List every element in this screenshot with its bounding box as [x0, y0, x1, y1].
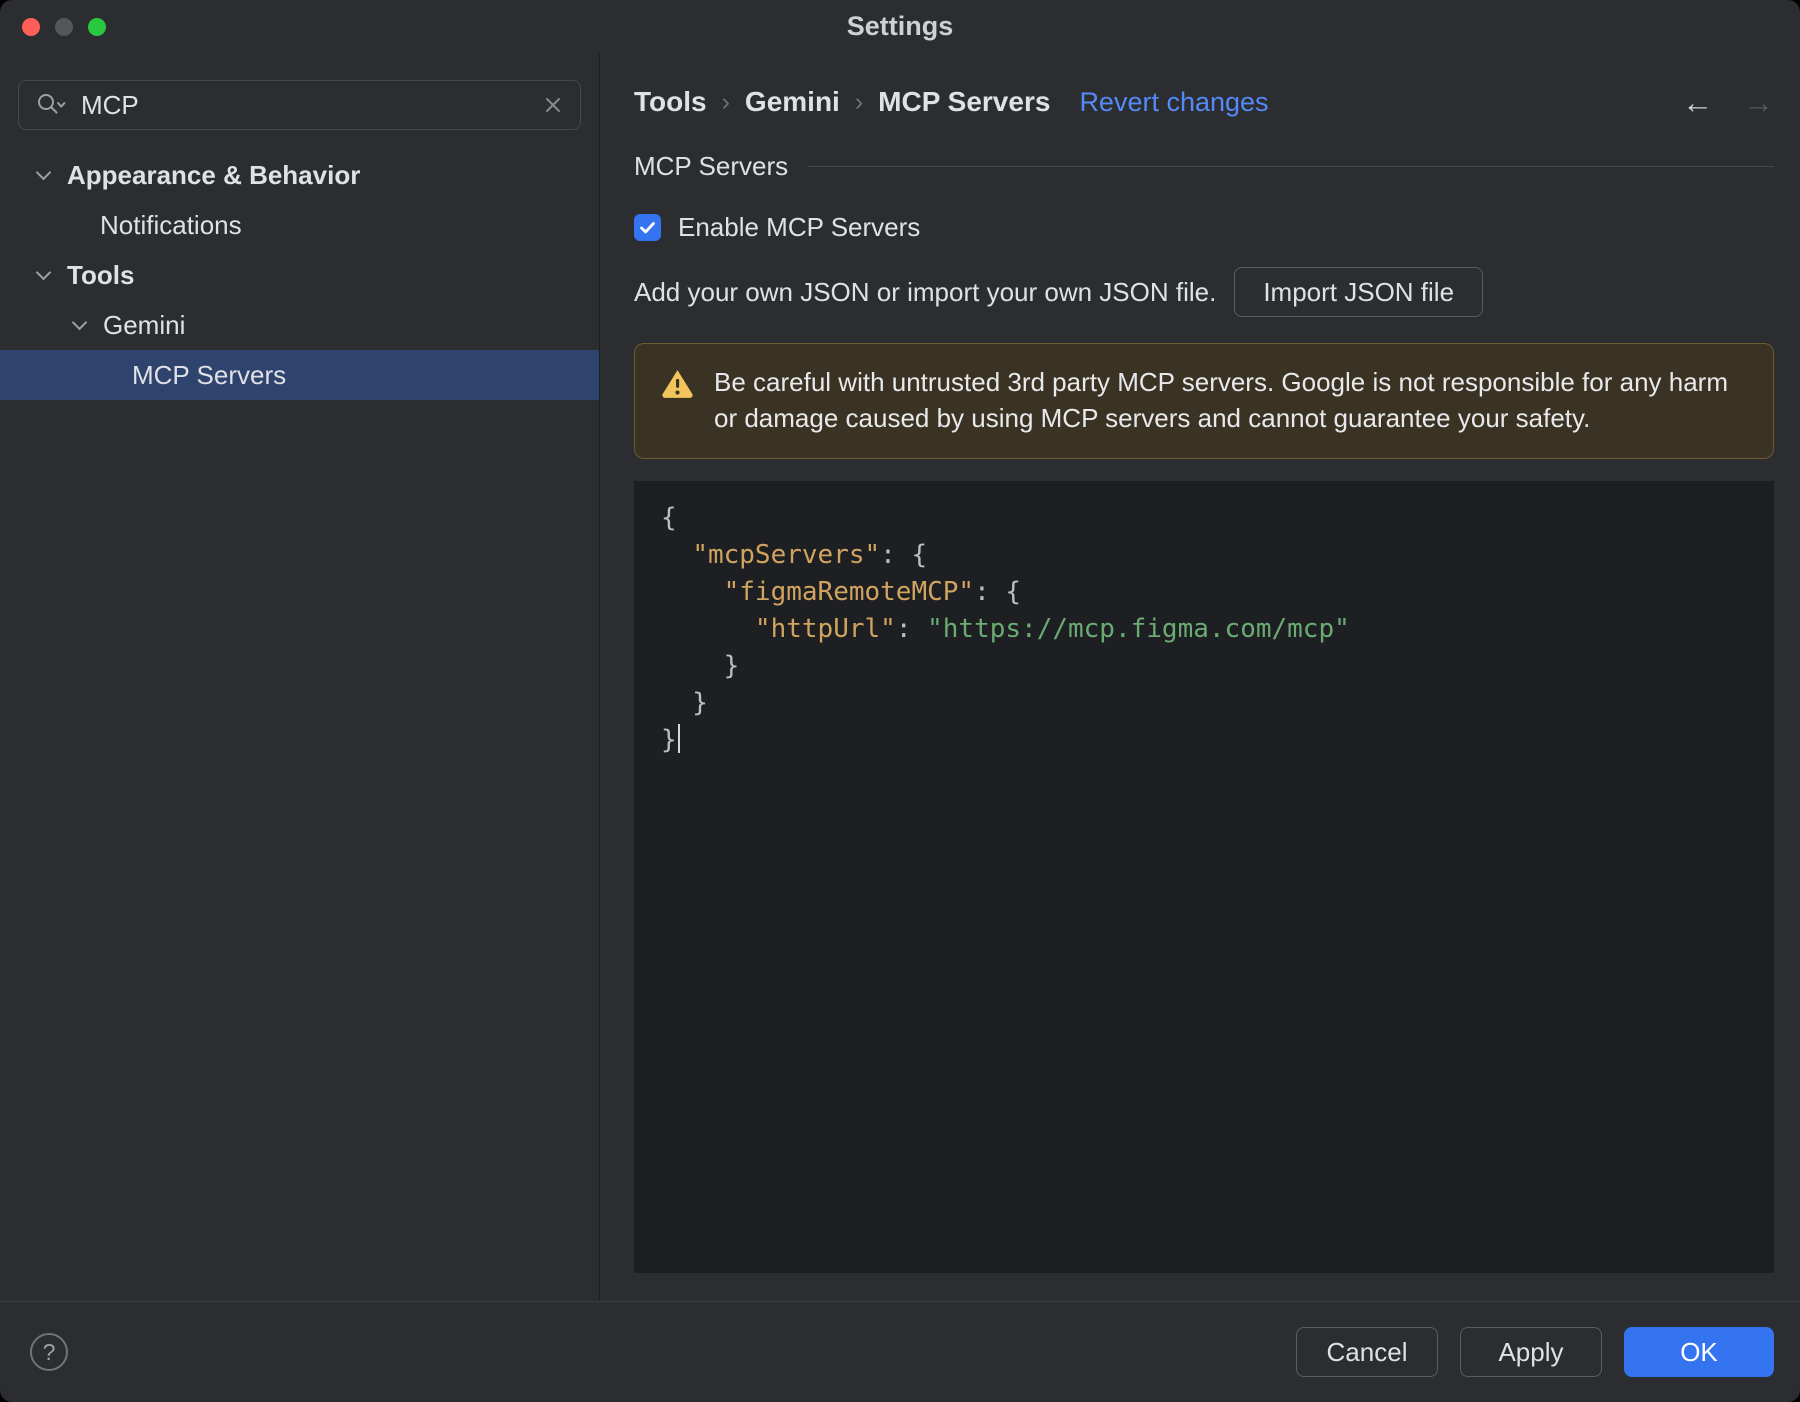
sidebar-item-label: Gemini [103, 309, 186, 340]
ok-button[interactable]: OK [1624, 1327, 1774, 1377]
sidebar-item-label: Notifications [100, 209, 242, 240]
chevron-down-icon[interactable] [35, 164, 52, 180]
footer-buttons: Cancel Apply OK [1296, 1327, 1774, 1377]
code-line: "mcpServers": { [692, 539, 928, 570]
section-title: MCP Servers [634, 151, 789, 181]
main-body: Appearance & Behavior Notifications Tool… [0, 53, 1800, 1301]
warning-banner: Be careful with untrusted 3rd party MCP … [634, 343, 1774, 459]
back-arrow-icon[interactable]: ← [1682, 87, 1713, 118]
enable-mcp-servers-row[interactable]: Enable MCP Servers [634, 212, 1774, 243]
content-pane: Tools › Gemini › MCP Servers Revert chan… [600, 53, 1800, 1301]
breadcrumb-separator: › [854, 87, 864, 116]
window-title: Settings [846, 11, 954, 41]
help-button[interactable]: ? [30, 1333, 68, 1371]
section-header: MCP Servers [634, 151, 1774, 182]
breadcrumb-gemini[interactable]: Gemini [745, 86, 840, 118]
import-hint-text: Add your own JSON or import your own JSO… [634, 276, 1217, 307]
sidebar-item-tools[interactable]: Tools [0, 250, 599, 300]
code-line: } [661, 650, 740, 681]
import-row: Add your own JSON or import your own JSO… [634, 267, 1774, 317]
history-nav: ← → [1682, 87, 1774, 118]
sidebar-item-notifications[interactable]: Notifications [0, 200, 599, 250]
revert-changes-link[interactable]: Revert changes [1079, 87, 1268, 118]
search-input[interactable] [81, 89, 528, 121]
code-line: "figmaRemoteMCP": { [723, 576, 1022, 607]
content-header: Tools › Gemini › MCP Servers Revert chan… [634, 83, 1774, 121]
titlebar: Settings [0, 0, 1800, 53]
breadcrumb: Tools › Gemini › MCP Servers Revert chan… [634, 86, 1269, 118]
enable-mcp-label: Enable MCP Servers [678, 212, 921, 242]
breadcrumb-tools[interactable]: Tools [634, 86, 707, 118]
text-caret [677, 723, 680, 753]
code-line: } [661, 722, 1747, 759]
zoom-window-button[interactable] [88, 17, 106, 36]
enable-mcp-checkbox-icon[interactable] [634, 214, 661, 241]
breadcrumb-mcp-servers[interactable]: MCP Servers [878, 86, 1050, 118]
code-line: { [661, 502, 677, 533]
warning-icon [661, 368, 694, 403]
search-icon[interactable] [35, 91, 67, 119]
warning-text: Be careful with untrusted 3rd party MCP … [714, 367, 1728, 433]
sidebar-item-mcp-servers[interactable]: MCP Servers [0, 350, 599, 400]
sidebar: Appearance & Behavior Notifications Tool… [0, 53, 600, 1301]
sidebar-item-appearance-behavior[interactable]: Appearance & Behavior [0, 150, 599, 200]
chevron-down-icon[interactable] [35, 264, 52, 280]
breadcrumb-separator: › [721, 87, 730, 116]
close-window-button[interactable] [22, 17, 40, 36]
forward-arrow-icon[interactable]: → [1743, 87, 1774, 118]
sidebar-item-label: MCP Servers [132, 359, 287, 390]
sidebar-item-gemini[interactable]: Gemini [0, 300, 599, 350]
sidebar-item-label: Tools [67, 259, 135, 290]
apply-button[interactable]: Apply [1460, 1327, 1602, 1377]
code-line: } [661, 687, 708, 718]
import-json-button[interactable]: Import JSON file [1234, 267, 1484, 317]
cancel-button[interactable]: Cancel [1296, 1327, 1438, 1377]
minimize-window-button[interactable] [55, 17, 73, 36]
mcp-json-editor[interactable]: { "mcpServers": { "figmaRemoteMCP": { "h… [634, 480, 1774, 1273]
code-line: "httpUrl": "https://mcp.figma.com/mcp" [754, 613, 1350, 644]
traffic-lights [22, 0, 106, 53]
section-divider [808, 166, 1774, 167]
sidebar-item-label: Appearance & Behavior [67, 159, 361, 190]
clear-search-icon[interactable] [542, 94, 564, 116]
chevron-down-icon[interactable] [71, 314, 88, 330]
footer-bar: ? Cancel Apply OK [0, 1301, 1800, 1402]
search-box [18, 80, 581, 130]
settings-window: Settings MCP Appearance & Behavior Notif… [0, 0, 1800, 1402]
settings-tree: Appearance & Behavior Notifications Tool… [0, 150, 599, 400]
